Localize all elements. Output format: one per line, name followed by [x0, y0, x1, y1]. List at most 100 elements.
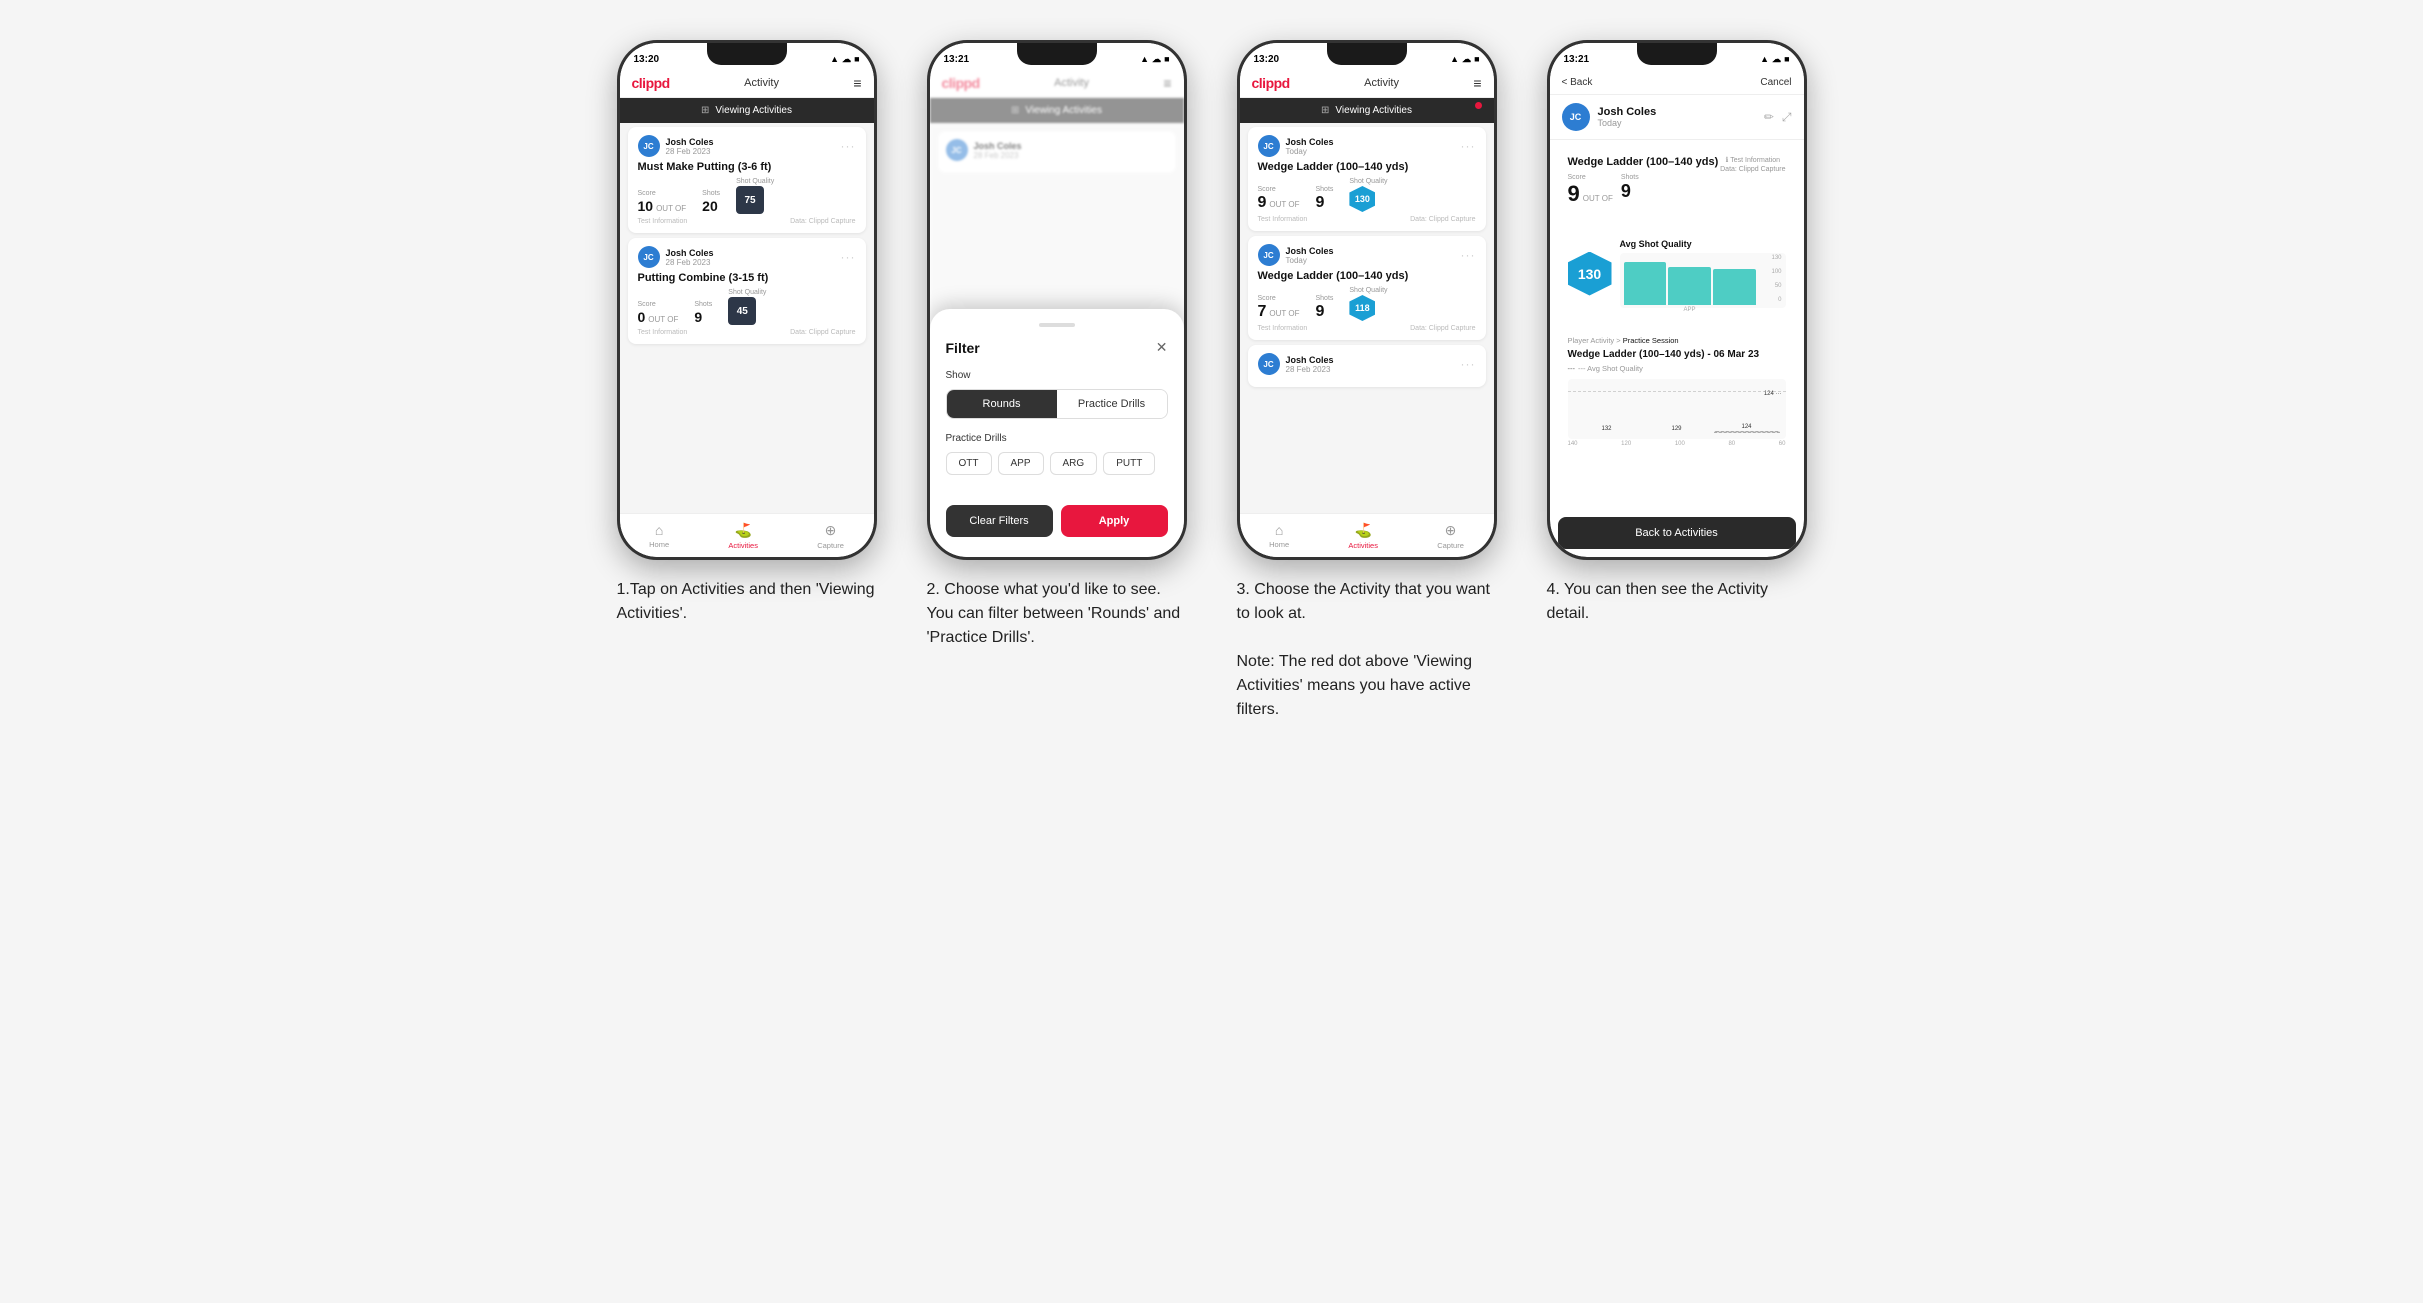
user-name-1-1: Josh Coles [666, 137, 714, 147]
back-to-activities-button[interactable]: Back to Activities [1558, 517, 1796, 549]
sq-label-1-2: Shot Quality [728, 289, 766, 296]
bottom-nav-3: ⌂ Home ⛳ Activities ⊕ Capture [1240, 513, 1494, 557]
drill-tag-app[interactable]: APP [998, 452, 1044, 475]
shots-group-1-1: Shots 20 [702, 190, 720, 214]
score-group-1-1: Score 10 OUT OF [638, 190, 687, 214]
activity-card-3-2[interactable]: JC Josh Coles Today ··· Wedge Ladder (10… [1248, 236, 1486, 340]
filter-toggle-row: Rounds Practice Drills [946, 389, 1168, 419]
battery-icon-2: ■ [1164, 54, 1169, 64]
avatar-1-1: JC [638, 135, 660, 157]
shots-value-1-2: 9 [694, 309, 712, 325]
close-button[interactable]: ✕ [1156, 339, 1168, 356]
more-dots-3-3[interactable]: ··· [1461, 357, 1476, 371]
bar-3 [1713, 269, 1756, 305]
page-wrapper: 13:20 ▲ ☁ ■ clippd Activity ≡ ⊞ Viewin [607, 40, 1817, 722]
bar-group-2: 129 [1644, 426, 1710, 433]
apply-button[interactable]: Apply [1061, 505, 1168, 537]
nav-home-1[interactable]: ⌂ Home [649, 522, 669, 549]
score-group-3-1: Score 9 OUT OF [1258, 186, 1300, 212]
clear-filters-button[interactable]: Clear Filters [946, 505, 1053, 537]
back-button[interactable]: < Back [1562, 77, 1593, 88]
hamburger-icon-1[interactable]: ≡ [853, 75, 861, 91]
shots-label-1-1: Shots [702, 190, 720, 197]
cancel-button[interactable]: Cancel [1760, 77, 1791, 88]
score-num-3-1: 9 [1258, 194, 1267, 212]
activity-card-3-1[interactable]: JC Josh Coles Today ··· Wedge Ladder (10… [1248, 127, 1486, 231]
phone-1-screen: 13:20 ▲ ☁ ■ clippd Activity ≡ ⊞ Viewin [620, 43, 874, 557]
viewing-banner-3[interactable]: ⊞ Viewing Activities [1240, 98, 1494, 123]
nav-capture-1[interactable]: ⊕ Capture [817, 522, 844, 550]
more-dots-3-2[interactable]: ··· [1461, 248, 1476, 262]
activity-title-4: Wedge Ladder (100–140 yds) [1568, 156, 1721, 168]
card-user-1-2: JC Josh Coles 28 Feb 2023 [638, 246, 714, 268]
activities-label-3: Activities [1348, 541, 1378, 550]
main-score-card: Wedge Ladder (100–140 yds) Score 9 OUT O… [1558, 148, 1796, 225]
detail-icons: ✏ ⤢ [1764, 110, 1792, 125]
phone-2-frame: 13:21 ▲ ☁ ■ clippd Activity ≡ ⊞ [927, 40, 1187, 560]
stat-of-1-1: OUT OF [656, 204, 686, 213]
sq-badge-1-2: 45 [728, 297, 756, 325]
nav-activities-1[interactable]: ⛳ Activities [728, 522, 758, 550]
app-header-title-3: Activity [1364, 77, 1399, 89]
home-label-1: Home [649, 540, 669, 549]
card-stats-1-2: Score 0 OUT OF Shots 9 [638, 289, 856, 325]
battery-icon-4: ■ [1784, 54, 1789, 64]
user-date-3-2: Today [1286, 256, 1334, 265]
more-dots-1-2[interactable]: ··· [841, 250, 856, 264]
score-value-1-2: 0 OUT OF [638, 309, 679, 325]
edit-icon[interactable]: ✏ [1764, 110, 1774, 125]
phone-notch-2 [1017, 43, 1097, 65]
nav-activities-3[interactable]: ⛳ Activities [1348, 522, 1378, 550]
shots-label-4: Shots [1621, 174, 1639, 181]
bar-group-1: 132 [1574, 426, 1640, 433]
toggle-rounds[interactable]: Rounds [947, 390, 1057, 418]
card-footer-1-1: Test Information Data: Clippd Capture [638, 218, 856, 225]
capture-label-3: Capture [1437, 541, 1464, 550]
y-axis-labels: 130 100 50 0 [1771, 255, 1781, 303]
activities-label-1: Activities [728, 541, 758, 550]
activity-card-3-3[interactable]: JC Josh Coles 28 Feb 2023 ··· [1248, 345, 1486, 387]
score-4: 9 [1568, 181, 1580, 207]
card-header-3-3: JC Josh Coles 28 Feb 2023 ··· [1258, 353, 1476, 375]
nav-home-3[interactable]: ⌂ Home [1269, 522, 1289, 549]
status-time-2: 13:21 [944, 54, 970, 65]
signal-icon-3: ▲ [1450, 54, 1459, 64]
hamburger-icon-3[interactable]: ≡ [1473, 75, 1481, 91]
card-header-1-2: JC Josh Coles 28 Feb 2023 ··· [638, 246, 856, 268]
more-dots-3-1[interactable]: ··· [1461, 139, 1476, 153]
drill-tag-arg[interactable]: ARG [1050, 452, 1098, 475]
sq-label-3-1: Shot Quality [1349, 178, 1387, 185]
modal-actions: Clear Filters Apply [946, 505, 1168, 537]
drill-tag-ott[interactable]: OTT [946, 452, 992, 475]
filter-modal: Filter ✕ Show Rounds Practice Drills Pra… [930, 309, 1184, 557]
phone-notch-3 [1327, 43, 1407, 65]
phone-1-frame: 13:20 ▲ ☁ ■ clippd Activity ≡ ⊞ Viewin [617, 40, 877, 560]
practice-session-card: Player Activity > Practice Session Wedge… [1558, 328, 1796, 455]
stat-of-3-2: OUT OF [1269, 309, 1299, 318]
status-icons-3: ▲ ☁ ■ [1450, 54, 1479, 65]
activity-card-1-1[interactable]: JC Josh Coles 28 Feb 2023 ··· Must Make … [628, 127, 866, 233]
score-num-1-1: 10 [638, 198, 654, 214]
sq-group-3-1: Shot Quality 130 [1349, 178, 1387, 212]
toggle-practice-drills[interactable]: Practice Drills [1057, 390, 1167, 418]
home-icon-1: ⌂ [655, 522, 663, 538]
shots-group-1-2: Shots 9 [694, 301, 712, 325]
activity-card-1-2[interactable]: JC Josh Coles 28 Feb 2023 ··· Putting Co… [628, 238, 866, 344]
card-user-3-2: JC Josh Coles Today [1258, 244, 1334, 266]
user-name-3-2: Josh Coles [1286, 246, 1334, 256]
capture-label-1: Capture [817, 541, 844, 550]
score-num-3-2: 7 [1258, 303, 1267, 321]
card-title-3-2: Wedge Ladder (100–140 yds) [1258, 270, 1476, 282]
app-header-1: clippd Activity ≡ [620, 71, 874, 98]
drill-tag-putt[interactable]: PUTT [1103, 452, 1155, 475]
nav-capture-3[interactable]: ⊕ Capture [1437, 522, 1464, 550]
user-info-3-2: Josh Coles Today [1286, 246, 1334, 265]
battery-icon-3: ■ [1474, 54, 1479, 64]
red-dot-3 [1475, 102, 1482, 109]
shots-group-3-2: Shots 9 [1315, 295, 1333, 321]
more-dots-1-1[interactable]: ··· [841, 139, 856, 153]
status-icons-4: ▲ ☁ ■ [1760, 54, 1789, 65]
expand-icon[interactable]: ⤢ [1782, 110, 1792, 125]
viewing-banner-text-1: Viewing Activities [715, 105, 792, 116]
viewing-banner-1[interactable]: ⊞ Viewing Activities [620, 98, 874, 123]
